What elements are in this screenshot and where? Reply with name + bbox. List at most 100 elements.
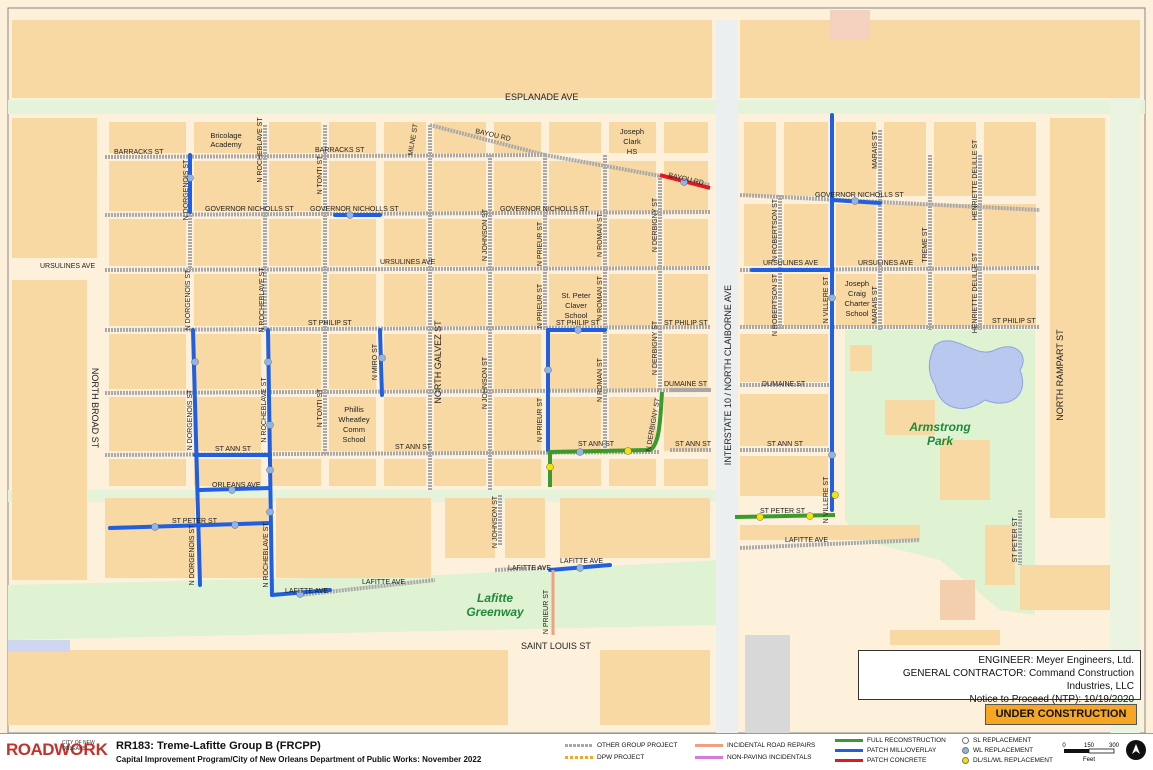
label-saint-louis: SAINT LOUIS ST <box>521 641 591 651</box>
label-marais-2: MARAIS ST <box>872 285 879 323</box>
road-badge-left <box>8 640 70 652</box>
scale-bar-graphic: 0 150 300 Feet <box>1062 743 1119 763</box>
label-n-dorgenois-3: N DORGENOIS ST <box>187 389 194 450</box>
parking-lot <box>745 635 790 735</box>
wl-marker <box>231 521 239 529</box>
city-block <box>984 204 1036 266</box>
wl-marker <box>151 523 159 531</box>
label-n-johnson-3: N JOHNSON ST <box>492 495 499 548</box>
city-block <box>984 122 1036 196</box>
label-armstrong-2: Park <box>927 434 954 448</box>
map-canvas[interactable]: ESPLANADE AVE BAYOU RD BAYOU RD BARRACKS… <box>0 0 1153 735</box>
label-gov-nicholls-1: GOVERNOR NICHOLLS ST <box>205 206 294 213</box>
city-block <box>434 219 486 266</box>
label-dumaine-1: DUMAINE ST <box>664 381 708 388</box>
dl-marker <box>806 512 814 520</box>
city-block <box>494 274 541 326</box>
label-interstate: INTERSTATE 10 / NORTH CLAIBORNE AVE <box>723 285 733 465</box>
city-block <box>549 459 601 486</box>
label-n-prieur-4: N PRIEUR ST <box>543 589 550 634</box>
city-block <box>664 459 708 486</box>
city-block <box>269 459 321 486</box>
city-block <box>329 334 376 389</box>
city-block <box>1050 118 1105 518</box>
city-block <box>194 334 261 389</box>
city-block <box>384 274 426 326</box>
label-n-roman-2: N ROMAN ST <box>597 275 604 320</box>
legend-wl: WL REPLACEMENT <box>962 747 1033 754</box>
label-bricolage-1: Bricolage <box>210 131 241 140</box>
label-st-peter-right: ST PETER ST <box>1012 517 1019 563</box>
city-block <box>384 334 426 389</box>
label-craig-4: School <box>846 309 869 318</box>
wl-marker <box>828 451 836 459</box>
city-block <box>744 122 776 196</box>
legend-non-paving: NON-PAVING INCIDENTALS <box>695 754 812 761</box>
city-block <box>740 394 828 446</box>
city-block <box>109 459 186 486</box>
label-n-roman-3: N ROMAN ST <box>597 357 604 402</box>
label-barracks-1: BARRACKS ST <box>114 149 164 156</box>
label-ursulines-1: URSULINES AVE <box>40 263 95 270</box>
city-block <box>609 219 656 266</box>
city-block <box>560 498 710 558</box>
status-badge: UNDER CONSTRUCTION <box>985 704 1137 725</box>
footer: ROADWORK CITY OF NEW ORLEANS RR183: Trem… <box>0 733 1153 770</box>
city-block <box>934 204 976 266</box>
wl-marker <box>378 354 386 362</box>
label-st-philip-2: ST PHILIP ST <box>556 320 600 327</box>
label-st-philip-1: ST PHILIP ST <box>308 320 352 327</box>
label-wheatley-3: Comm <box>343 425 365 434</box>
label-st-ann-5: ST ANN ST <box>767 441 804 448</box>
park-building-3 <box>850 345 872 371</box>
wl-marker <box>191 358 199 366</box>
wl-marker <box>574 326 582 334</box>
city-block <box>329 459 376 486</box>
city-block <box>434 161 486 211</box>
esplanade-median <box>8 100 1145 114</box>
dl-marker <box>546 463 554 471</box>
project-title: RR183: Treme-Lafitte Group B (FRCPP) <box>116 740 321 752</box>
legend-full-recon: FULL RECONSTRUCTION <box>835 737 946 744</box>
city-block <box>664 122 708 153</box>
label-n-robertson-2: N ROBERTSON ST <box>772 273 779 336</box>
city-block <box>194 397 261 451</box>
city-block <box>740 20 1140 98</box>
city-block <box>836 204 876 266</box>
city-block <box>194 161 261 211</box>
city-block <box>109 161 186 211</box>
label-st-ann-1: ST ANN ST <box>215 446 252 453</box>
city-block <box>269 397 321 451</box>
label-ursulines-4: URSULINES AVE <box>858 260 913 267</box>
label-north-rampart: NORTH RAMPART ST <box>1055 329 1065 421</box>
engineer-line: ENGINEER: Meyer Engineers, Ltd. <box>978 655 1134 666</box>
wl-marker <box>266 466 274 474</box>
label-n-dorgenois-4: N DORGENOIS ST <box>189 524 196 585</box>
label-n-derbigny-2: N DERBIGNY ST <box>652 320 659 375</box>
legend-swatch <box>695 743 723 747</box>
city-block <box>934 122 976 196</box>
city-block <box>269 274 321 326</box>
label-n-robertson-1: N ROBERTSON ST <box>772 198 779 261</box>
legend-sl: SL REPLACEMENT <box>962 737 1031 744</box>
city-block <box>740 456 828 496</box>
label-orleans: ORLEANS AVE <box>212 482 261 489</box>
city-block <box>269 334 321 389</box>
label-clark-3: HS <box>627 147 637 156</box>
label-n-rocheblave-3: N ROCHEBLAVE ST <box>261 377 268 443</box>
label-claver-3: School <box>565 311 588 320</box>
city-block <box>384 459 426 486</box>
label-st-peter-2: ST PETER ST <box>760 508 806 515</box>
city-block <box>8 650 508 725</box>
label-lafitte-4: LAFITTE AVE <box>560 558 603 565</box>
city-block <box>434 397 486 451</box>
label-st-ann-4: ST ANN ST <box>675 441 712 448</box>
label-n-tonti-1: N TONTI ST <box>317 155 324 194</box>
label-craig-2: Craig <box>848 289 866 298</box>
legend-swatch <box>835 748 863 752</box>
wl-marker <box>264 358 272 366</box>
label-n-rocheblave-1: N ROCHEBLAVE ST <box>257 117 264 183</box>
lagoon <box>928 340 1024 409</box>
label-marais-1: MARAIS ST <box>872 130 879 168</box>
city-block <box>494 397 541 451</box>
